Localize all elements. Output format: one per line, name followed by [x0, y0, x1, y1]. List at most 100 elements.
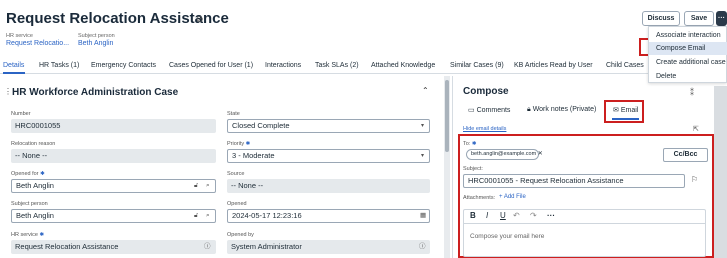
hide-email-details-link[interactable]: Hide email details	[463, 126, 506, 132]
tab-interactions[interactable]: Interactions	[265, 62, 301, 69]
subject-label: Subject:	[463, 166, 483, 172]
tab-details[interactable]: Details	[3, 62, 24, 69]
info-icon[interactable]: ⓘ	[419, 240, 426, 254]
menu-item-associate-interaction[interactable]: Associate interaction	[649, 29, 727, 42]
flag-icon[interactable]: ⚐	[691, 175, 698, 184]
tab-similar-cases[interactable]: Similar Cases (9)	[450, 62, 504, 69]
menu-item-create-additional-case[interactable]: Create additional case	[649, 56, 727, 69]
label-opened-for-text: Opened for	[11, 171, 39, 177]
label-hr-service-text: HR service	[11, 232, 38, 238]
label-priority-text: Priority	[227, 141, 245, 147]
active-compose-tab-indicator	[612, 118, 639, 120]
hr-service-field: Request Relocation Assistance ⓘ	[11, 240, 216, 254]
tag-icon[interactable]: ⊘	[196, 14, 204, 25]
save-button[interactable]: Save	[684, 11, 714, 26]
opened-datetime-field[interactable]: 2024-05-17 12:23:16 ▦	[227, 209, 430, 223]
opened-for-field[interactable]: Beth Anglin 🔓︎ ⌕	[11, 179, 216, 193]
opened-value: 2024-05-17 12:23:16	[232, 211, 302, 220]
recipient-chip-label: beth.anglin@example.com	[471, 151, 537, 157]
relocation-reason-field: -- None --	[11, 149, 216, 163]
tab-hr-tasks[interactable]: HR Tasks (1)	[39, 62, 79, 69]
comments-icon: ▭	[468, 107, 475, 114]
tab-emergency-contacts[interactable]: Emergency Contacts	[91, 62, 156, 69]
form-panel	[0, 76, 448, 258]
lock-icon[interactable]: 🔓︎	[194, 210, 198, 222]
popout-icon[interactable]: ⇱	[693, 125, 699, 133]
required-icon: ✱	[39, 232, 45, 238]
tab-email-label: Email	[620, 107, 639, 114]
priority-select[interactable]: 3 - Moderate ▾	[227, 149, 430, 163]
compose-scrollbar[interactable]	[714, 86, 727, 258]
label-opened: Opened	[227, 201, 247, 207]
tab-email[interactable]: ✉ Email	[613, 106, 638, 114]
source-value: -- None --	[231, 181, 264, 190]
required-icon: ✱	[245, 141, 251, 147]
opened-by-field: System Administrator ⓘ	[227, 240, 430, 254]
menu-item-delete[interactable]: Delete	[649, 70, 727, 83]
label-opened-by: Opened by	[227, 232, 254, 238]
search-icon[interactable]: ⌕	[206, 210, 210, 222]
collapse-icon[interactable]: ⌃	[422, 86, 429, 95]
more-actions-button[interactable]: ···	[716, 11, 727, 26]
search-icon[interactable]: ⌕	[206, 180, 210, 192]
bold-button[interactable]: B	[470, 211, 476, 220]
underline-button[interactable]: U	[500, 211, 506, 220]
add-file-button[interactable]: + Add File	[499, 194, 526, 200]
italic-button[interactable]: I	[486, 211, 488, 220]
required-icon: ✱	[471, 141, 477, 147]
hr-service-value: Request Relocation Assistance	[15, 242, 119, 251]
record-tabs: Details HR Tasks (1) Emergency Contacts …	[0, 59, 727, 74]
more-format-button[interactable]: ···	[547, 211, 555, 220]
info-icon[interactable]: ⓘ	[204, 240, 211, 254]
lock-icon[interactable]: 🔓︎	[194, 180, 198, 192]
email-icon: ✉	[613, 107, 619, 114]
drag-handle-icon[interactable]: ⋮	[4, 87, 12, 96]
tab-kb-articles-read-by-user[interactable]: KB Articles Read by User	[514, 62, 593, 69]
form-scrollbar-thumb[interactable]	[445, 80, 449, 152]
opened-for-value: Beth Anglin	[16, 181, 54, 190]
relocation-reason-value: -- None --	[15, 151, 48, 160]
number-value: HRC0001055	[15, 121, 61, 130]
email-body-input[interactable]: Compose your email here	[470, 233, 544, 240]
discuss-button[interactable]: Discuss	[642, 11, 680, 26]
subject-input[interactable]: HRC0001055 - Request Relocation Assistan…	[463, 174, 685, 188]
redo-button[interactable]: ↷	[530, 211, 537, 220]
to-label-text: To:	[463, 141, 471, 147]
tab-task-slas[interactable]: Task SLAs (2)	[315, 62, 359, 69]
label-opened-for: Opened for ✱	[11, 171, 45, 177]
state-select[interactable]: Closed Complete ▾	[227, 119, 430, 133]
label-state: State	[227, 111, 240, 117]
active-tab-indicator	[3, 72, 25, 74]
subject-person-field[interactable]: Beth Anglin 🔓︎ ⌕	[11, 209, 216, 223]
dropdown-caret-icon: ▾	[421, 123, 425, 129]
undo-button[interactable]: ↶	[513, 211, 520, 220]
priority-value: 3 - Moderate	[232, 151, 275, 160]
calendar-icon[interactable]: ▦	[420, 210, 426, 222]
subject-value: HRC0001055 - Request Relocation Assistan…	[468, 176, 624, 185]
meta-label-hr-service: HR service	[6, 33, 33, 39]
remove-recipient-icon[interactable]: ✕	[538, 151, 543, 157]
menu-item-compose-email[interactable]: Compose Email	[649, 42, 727, 55]
recipient-chip[interactable]: beth.anglin@example.com ✕	[466, 149, 543, 160]
tab-work-notes-label: Work notes (Private)	[532, 106, 597, 113]
label-source: Source	[227, 171, 245, 177]
meta-value-subject-person[interactable]: Beth Anglin	[78, 40, 113, 47]
label-number: Number	[11, 111, 31, 117]
meta-label-subject-person: Subject person	[78, 33, 115, 39]
cc-bcc-button[interactable]: Cc/Bcc	[663, 148, 708, 162]
tab-child-cases[interactable]: Child Cases	[606, 62, 644, 69]
tab-comments[interactable]: ▭ Comments	[468, 106, 510, 114]
tab-cases-opened-for-user[interactable]: Cases Opened for User (1)	[169, 62, 253, 69]
label-subject-person: Subject person	[11, 201, 48, 207]
lock-icon: 🔒︎	[527, 106, 531, 113]
tab-attached-knowledge[interactable]: Attached Knowledge	[371, 62, 435, 69]
source-field: -- None --	[227, 179, 430, 193]
label-relocation-reason: Relocation reason	[11, 141, 56, 147]
meta-value-hr-service[interactable]: Request Relocatio...	[6, 40, 69, 47]
dropdown-caret-icon: ▾	[421, 153, 425, 159]
settings-icon[interactable]: ⁑	[690, 88, 694, 97]
attachments-label: Attachments:	[463, 195, 496, 201]
tab-work-notes[interactable]: 🔒︎ Work notes (Private)	[527, 106, 596, 114]
subject-person-value: Beth Anglin	[16, 211, 54, 220]
state-value: Closed Complete	[232, 121, 290, 130]
